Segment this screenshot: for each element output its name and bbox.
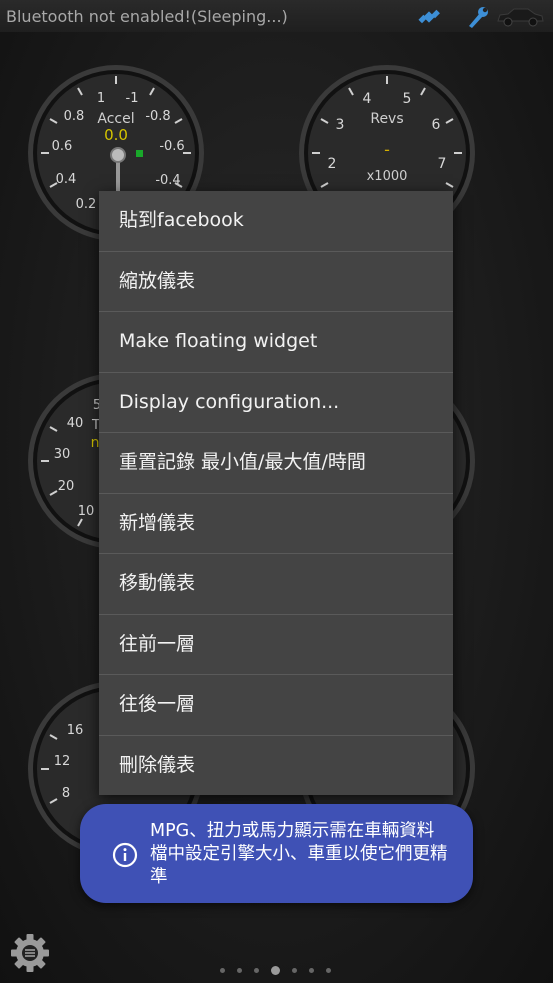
menu-item-make-floating-widget[interactable]: Make floating widget bbox=[99, 312, 453, 373]
revs-gauge-title: Revs bbox=[370, 111, 403, 127]
page-dot-active[interactable] bbox=[271, 966, 280, 975]
left-middle-scale-label: 30 bbox=[54, 447, 71, 462]
accel-scale-label: 1 bbox=[97, 91, 105, 106]
menu-item-resize-gauge[interactable]: 縮放儀表 bbox=[99, 252, 453, 312]
menu-item-post-to-facebook[interactable]: 貼到facebook bbox=[99, 191, 453, 252]
accel-scale-label: -1 bbox=[126, 91, 139, 106]
accel-scale-label: -0.4 bbox=[155, 173, 180, 188]
left-middle-scale-label: 40 bbox=[67, 416, 84, 431]
menu-item-bring-forward[interactable]: 往前一層 bbox=[99, 615, 453, 675]
left-bottom-scale-label: 16 bbox=[67, 723, 84, 738]
car-icon[interactable] bbox=[494, 4, 546, 28]
status-bar: Bluetooth not enabled!(Sleeping...) bbox=[0, 0, 553, 32]
wrench-icon[interactable] bbox=[466, 4, 490, 30]
accel-scale-label: 0.2 bbox=[76, 197, 97, 212]
revs-scale-label: 6 bbox=[432, 117, 441, 133]
dashboard-screen: Bluetooth not enabled!(Sleeping...) 1 -1… bbox=[0, 0, 553, 983]
revs-scale-label: 3 bbox=[336, 117, 345, 133]
revs-gauge-value: - bbox=[384, 140, 390, 159]
gear-icon[interactable] bbox=[9, 932, 51, 974]
page-dot[interactable] bbox=[292, 968, 297, 973]
menu-item-add-gauge[interactable]: 新增儀表 bbox=[99, 494, 453, 554]
left-bottom-scale-label: 12 bbox=[54, 754, 71, 769]
toast-message: MPG、扭力或馬力顯示需在車輛資料檔中設定引擎大小、車重以使它們更精準 bbox=[150, 821, 448, 887]
revs-scale-label: 2 bbox=[328, 156, 337, 172]
page-dot[interactable] bbox=[220, 968, 225, 973]
info-icon bbox=[112, 842, 138, 868]
page-indicator[interactable] bbox=[214, 960, 337, 975]
left-bottom-scale-label: 8 bbox=[62, 786, 70, 801]
page-dot[interactable] bbox=[326, 968, 331, 973]
left-middle-scale-label: 20 bbox=[58, 479, 75, 494]
connection-status-text: Bluetooth not enabled!(Sleeping...) bbox=[6, 7, 288, 26]
revs-gauge-unit: x1000 bbox=[367, 169, 408, 184]
gauge-context-menu: 貼到facebook 縮放儀表 Make floating widget Dis… bbox=[99, 191, 453, 795]
menu-item-send-backward[interactable]: 往後一層 bbox=[99, 675, 453, 736]
accel-gauge-value: 0.0 bbox=[104, 126, 128, 144]
menu-item-reset-min-max[interactable]: 重置記錄 最小值/最大值/時間 bbox=[99, 433, 453, 494]
accel-scale-label: 0.4 bbox=[56, 172, 77, 187]
page-dot[interactable] bbox=[254, 968, 259, 973]
accel-scale-label: 0.6 bbox=[52, 139, 73, 154]
revs-scale-label: 5 bbox=[403, 91, 412, 107]
revs-scale-label: 4 bbox=[363, 91, 372, 107]
menu-item-display-configuration[interactable]: Display configuration... bbox=[99, 373, 453, 433]
left-middle-scale-label: 10 bbox=[78, 504, 95, 519]
menu-item-move-gauge[interactable]: 移動儀表 bbox=[99, 554, 453, 615]
accel-scale-label: 0.8 bbox=[64, 109, 85, 124]
page-dot[interactable] bbox=[237, 968, 242, 973]
info-toast: MPG、扭力或馬力顯示需在車輛資料檔中設定引擎大小、車重以使它們更精準 bbox=[80, 804, 473, 903]
revs-scale-label: 7 bbox=[438, 156, 447, 172]
accel-scale-label: -0.6 bbox=[159, 139, 184, 154]
accel-gauge-title: Accel bbox=[97, 111, 134, 127]
accel-scale-label: -0.8 bbox=[145, 109, 170, 124]
menu-item-delete-gauge[interactable]: 刪除儀表 bbox=[99, 736, 453, 796]
page-dot[interactable] bbox=[309, 968, 314, 973]
satellite-icon[interactable] bbox=[416, 4, 442, 30]
